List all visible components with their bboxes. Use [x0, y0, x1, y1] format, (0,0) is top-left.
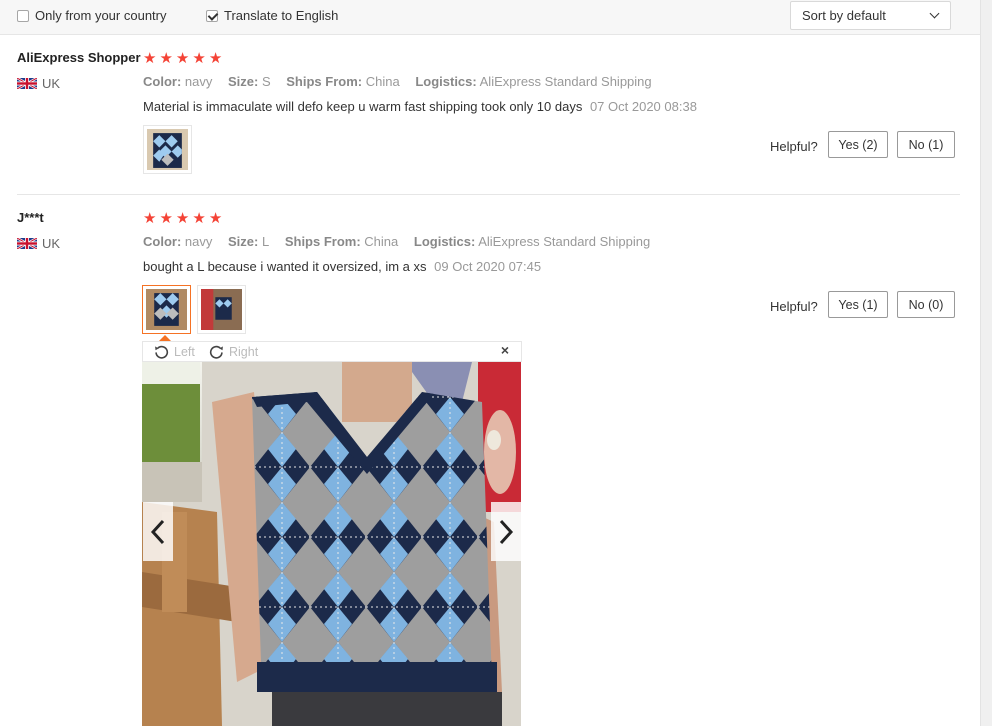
- helpful-label: Helpful?: [770, 139, 818, 154]
- next-image-button[interactable]: [491, 502, 521, 561]
- only-country-label: Only from your country: [35, 8, 167, 23]
- star-icon: ★: [175, 50, 190, 67]
- rotate-right-label: Right: [229, 344, 259, 359]
- chevron-right-icon: [499, 519, 514, 544]
- attr-value: navy: [184, 234, 213, 249]
- rotate-left-icon: [155, 345, 169, 359]
- filter-bar: Only from your country Translate to Engl…: [0, 0, 980, 35]
- chevron-down-icon: [929, 8, 940, 19]
- photo-image: [147, 129, 188, 170]
- review-photo-thumb[interactable]: [143, 125, 192, 174]
- country-label: UK: [42, 236, 61, 251]
- attr-value: AliExpress Standard Shipping: [479, 74, 652, 89]
- helpful-label: Helpful?: [770, 299, 818, 314]
- photo-image: [201, 289, 242, 330]
- attr-key: Logistics:: [413, 234, 476, 249]
- star-icon: ★: [192, 50, 206, 67]
- translate-checkbox[interactable]: [206, 9, 218, 22]
- star-icon: ★: [143, 210, 157, 227]
- helpful-no-button[interactable]: No (1): [897, 131, 955, 158]
- review-text: bought a L because i wanted it oversized…: [143, 259, 541, 274]
- star-icon: ★: [208, 210, 223, 227]
- scrollbar[interactable]: [980, 0, 992, 726]
- attr-key: Size:: [228, 234, 259, 249]
- review-photo-thumb[interactable]: [142, 285, 191, 334]
- uk-flag-icon: [17, 238, 37, 249]
- attr-value: AliExpress Standard Shipping: [478, 234, 651, 249]
- close-icon[interactable]: ×: [501, 342, 509, 358]
- star-icon: ★: [208, 50, 223, 67]
- only-country-checkbox[interactable]: [17, 9, 29, 22]
- attr-key: Logistics:: [415, 74, 477, 89]
- reviewer-name: J***t: [17, 210, 44, 225]
- rotate-right-icon: [209, 345, 223, 359]
- review-body: bought a L because i wanted it oversized…: [143, 259, 427, 274]
- attr-value: S: [261, 74, 271, 89]
- attr-value: China: [364, 234, 399, 249]
- photo-image: [146, 289, 187, 330]
- viewer-photo: [142, 362, 521, 726]
- star-icon: ★: [175, 210, 190, 227]
- review-date: 07 Oct 2020 08:38: [589, 99, 697, 114]
- rotate-left-button[interactable]: Left: [154, 344, 195, 359]
- review-divider: [17, 194, 960, 195]
- attr-value: China: [365, 74, 400, 89]
- star-icon: ★: [192, 210, 206, 227]
- attr-key: Color:: [143, 234, 182, 249]
- attr-value: navy: [184, 74, 213, 89]
- helpful-yes-button[interactable]: Yes (2): [828, 131, 888, 158]
- prev-image-button[interactable]: [143, 502, 173, 561]
- only-country-filter[interactable]: Only from your country: [17, 8, 167, 23]
- star-icon: ★: [143, 50, 157, 67]
- review-body: Material is immaculate will defo keep u …: [143, 99, 583, 114]
- review-photo-thumb[interactable]: [197, 285, 246, 334]
- reviewer-country: UK: [17, 76, 60, 91]
- reviewer-name: AliExpress Shopper: [17, 50, 141, 65]
- attr-key: Ships From:: [286, 74, 363, 89]
- rotate-right-button[interactable]: Right: [209, 344, 258, 359]
- sort-select[interactable]: Sort by default: [790, 1, 951, 30]
- star-rating: ★ ★ ★ ★ ★: [143, 211, 222, 226]
- attr-key: Ships From:: [284, 234, 361, 249]
- star-rating: ★ ★ ★ ★ ★: [143, 51, 222, 66]
- star-icon: ★: [159, 50, 173, 67]
- helpful-no-button[interactable]: No (0): [897, 291, 955, 318]
- image-viewer-toolbar: Left Right ×: [142, 341, 522, 362]
- attr-value: L: [261, 234, 270, 249]
- chevron-left-icon: [150, 519, 165, 544]
- review-text: Material is immaculate will defo keep u …: [143, 99, 697, 114]
- helpful-yes-button[interactable]: Yes (1): [828, 291, 888, 318]
- uk-flag-icon: [17, 78, 37, 89]
- review-attributes: Color: navy Size: S Ships From: China Lo…: [143, 74, 664, 89]
- sweater-photo-image: [142, 362, 521, 726]
- review-attributes: Color: navy Size: L Ships From: China Lo…: [143, 234, 662, 249]
- review-date: 09 Oct 2020 07:45: [434, 259, 542, 274]
- reviewer-country: UK: [17, 236, 60, 251]
- translate-label: Translate to English: [224, 8, 339, 23]
- country-label: UK: [42, 76, 61, 91]
- rotate-left-label: Left: [174, 344, 195, 359]
- attr-key: Color:: [143, 74, 182, 89]
- star-icon: ★: [159, 210, 173, 227]
- translate-filter[interactable]: Translate to English: [206, 8, 338, 23]
- sort-select-value: Sort by default: [802, 8, 886, 23]
- attr-key: Size:: [228, 74, 259, 89]
